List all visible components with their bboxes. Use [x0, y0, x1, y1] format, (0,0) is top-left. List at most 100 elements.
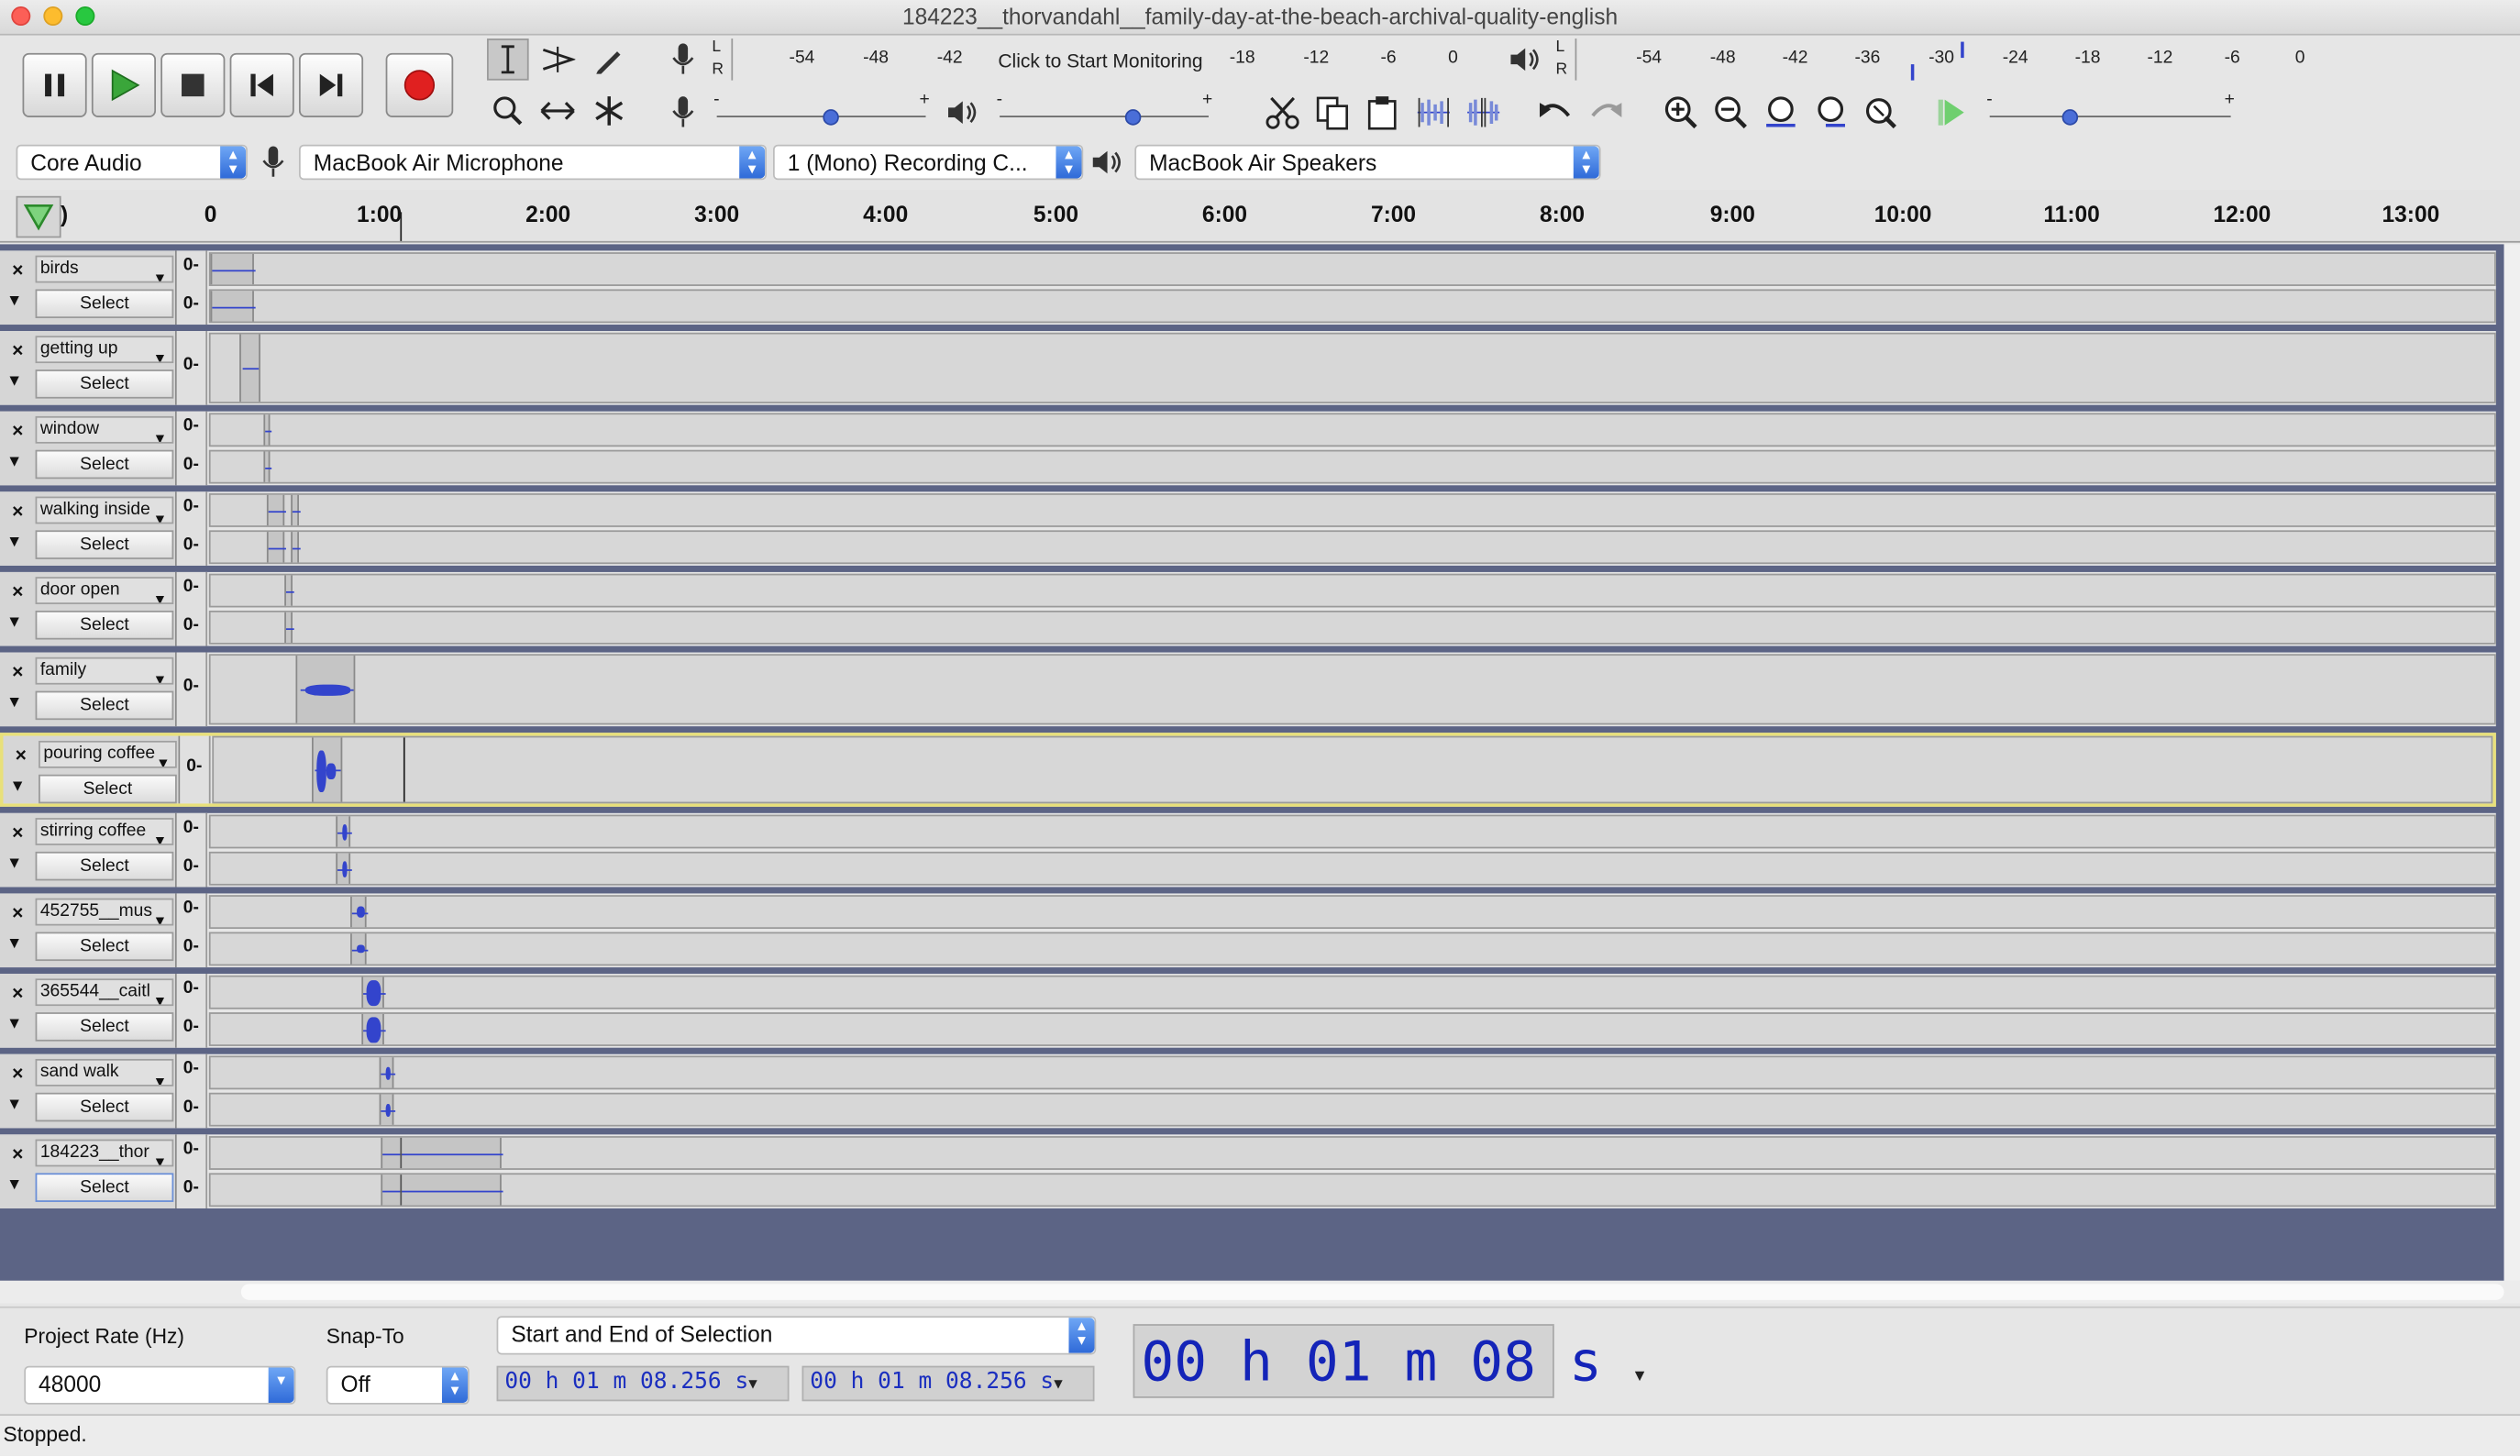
multi-tool-button[interactable] — [588, 90, 630, 132]
playback-speed-slider[interactable]: - + — [1986, 90, 2236, 129]
waveform-lane[interactable] — [208, 1092, 2496, 1127]
collapse-triangle-icon[interactable]: ▼ — [6, 453, 22, 470]
skip-to-end-button[interactable] — [298, 52, 364, 117]
track-select-button[interactable]: Select — [35, 289, 174, 319]
collapse-triangle-icon[interactable]: ▼ — [6, 613, 22, 631]
pin-playhead-button[interactable] — [16, 195, 61, 238]
audio-clip[interactable] — [291, 494, 301, 526]
track-name-menu[interactable]: pouring coffee ▼ — [39, 740, 177, 768]
waveform-lane[interactable] — [208, 332, 2496, 403]
track-stirring-coffee[interactable]: × stirring coffee ▼ ▼ Select 0- 0- — [0, 812, 2496, 888]
vertical-scrollbar[interactable] — [2503, 244, 2520, 1281]
waveform-lane[interactable] — [208, 252, 2496, 286]
waveform-lane[interactable] — [212, 735, 2493, 804]
zoom-toggle-button[interactable] — [1860, 92, 1902, 134]
waveform-lane[interactable] — [208, 1173, 2496, 1208]
selection-start-time[interactable]: 00 h 01 m 08.256 s▼ — [496, 1365, 790, 1402]
track-select-button[interactable]: Select — [35, 530, 174, 559]
slider-thumb[interactable] — [2061, 109, 2079, 126]
draw-tool-button[interactable] — [588, 39, 630, 81]
track-pouring-coffee[interactable]: × pouring coffee ▼ ▼ Select 0- — [0, 733, 2496, 807]
track-select-button[interactable]: Select — [35, 1092, 174, 1122]
track-sand-walk[interactable]: × sand walk ▼ ▼ Select 0- 0- — [0, 1053, 2496, 1129]
close-icon[interactable]: × — [4, 418, 33, 444]
cut-button[interactable] — [1262, 92, 1304, 134]
track-getting-up[interactable]: × getting up ▼ ▼ Select 0- — [0, 331, 2496, 405]
stop-button[interactable] — [160, 52, 226, 117]
time-shift-tool-button[interactable] — [536, 90, 579, 132]
close-icon[interactable]: × — [4, 659, 33, 685]
fit-project-button[interactable] — [1809, 92, 1851, 134]
audio-clip[interactable] — [350, 896, 369, 928]
envelope-tool-button[interactable] — [536, 39, 579, 81]
track-select-button[interactable]: Select — [39, 774, 177, 804]
waveform-lane[interactable] — [208, 895, 2496, 930]
track-select-button[interactable]: Select — [35, 851, 174, 881]
audio-clip[interactable] — [336, 816, 352, 847]
waveform-lane[interactable] — [208, 975, 2496, 1009]
play-button[interactable] — [91, 52, 157, 117]
project-rate-select[interactable]: 48000 ▾ — [24, 1365, 296, 1405]
slider-thumb[interactable] — [1124, 109, 1142, 126]
audio-clip[interactable] — [361, 1013, 386, 1045]
track-name-menu[interactable]: birds ▼ — [35, 255, 174, 283]
selection-tool-button[interactable] — [487, 39, 529, 81]
track-name-menu[interactable]: window ▼ — [35, 415, 174, 444]
close-icon[interactable]: × — [4, 1141, 33, 1166]
close-icon[interactable]: × — [4, 1061, 33, 1086]
waveform-lane[interactable] — [208, 1012, 2496, 1046]
track-name-menu[interactable]: 452755__mus ▼ — [35, 898, 174, 926]
recording-channels-select[interactable]: 1 (Mono) Recording C... ▴ ▾ — [773, 144, 1084, 181]
track-select-button[interactable]: Select — [35, 690, 174, 721]
collapse-triangle-icon[interactable]: ▼ — [6, 694, 22, 711]
waveform-lane[interactable] — [208, 1055, 2496, 1090]
audio-clip[interactable] — [381, 1175, 503, 1206]
horizontal-scrollbar[interactable] — [0, 1280, 2520, 1304]
audio-clip[interactable] — [263, 451, 272, 482]
audio-clip[interactable] — [336, 853, 352, 884]
recording-device-select[interactable]: MacBook Air Microphone ▴ ▾ — [298, 144, 767, 181]
zoom-tool-button[interactable] — [487, 90, 529, 132]
close-icon[interactable]: × — [4, 257, 33, 282]
record-meter-button[interactable] — [662, 39, 704, 81]
record-button[interactable] — [385, 52, 454, 117]
collapse-triangle-icon[interactable]: ▼ — [10, 778, 26, 795]
snap-to-select[interactable]: Off ▴ ▾ — [326, 1365, 470, 1405]
audio-clip[interactable] — [295, 656, 356, 723]
record-meter[interactable]: -54 -48 -42 Click to Start Monitoring -1… — [731, 39, 1468, 81]
audio-clip[interactable] — [263, 414, 272, 446]
track-select-button[interactable]: Select — [35, 932, 174, 962]
playback-device-select[interactable]: MacBook Air Speakers ▴ ▾ — [1134, 144, 1601, 181]
collapse-triangle-icon[interactable]: ▼ — [6, 1176, 22, 1194]
zoom-in-button[interactable] — [1660, 92, 1702, 134]
collapse-triangle-icon[interactable]: ▼ — [6, 373, 22, 391]
copy-button[interactable] — [1311, 92, 1354, 134]
close-icon[interactable]: × — [4, 820, 33, 845]
track-select-button[interactable]: Select — [35, 1012, 174, 1042]
track-365544-caitl[interactable]: × 365544__caitl ▼ ▼ Select 0- 0- — [0, 974, 2496, 1048]
track-door-open[interactable]: × door open ▼ ▼ Select 0- 0- — [0, 571, 2496, 646]
audio-position-display[interactable]: 00 h 01 m 08 s ▼ — [1133, 1324, 1644, 1398]
collapse-triangle-icon[interactable]: ▼ — [6, 1096, 22, 1113]
audio-clip[interactable] — [266, 494, 286, 526]
waveform-lane[interactable] — [208, 814, 2496, 849]
waveform-lane[interactable] — [208, 493, 2496, 527]
skip-to-start-button[interactable] — [229, 52, 294, 117]
audio-clip[interactable] — [284, 612, 294, 644]
audio-clip[interactable] — [379, 1094, 396, 1125]
audio-host-select[interactable]: Core Audio ▴ ▾ — [16, 144, 248, 181]
audio-clip[interactable] — [210, 291, 256, 322]
collapse-triangle-icon[interactable]: ▼ — [6, 855, 22, 872]
track-window[interactable]: × window ▼ ▼ Select 0- 0- — [0, 411, 2496, 486]
audio-clip[interactable] — [210, 253, 256, 285]
audio-clip[interactable] — [312, 737, 343, 802]
close-icon[interactable]: × — [4, 980, 33, 1006]
track-name-menu[interactable]: sand walk ▼ — [35, 1058, 174, 1086]
close-icon[interactable]: × — [4, 899, 33, 925]
playback-volume-slider[interactable]: - + — [997, 90, 1214, 129]
track-name-menu[interactable]: stirring coffee ▼ — [35, 818, 174, 845]
audio-clip[interactable] — [266, 532, 286, 563]
waveform-lane[interactable] — [208, 610, 2496, 645]
track-452755-mus[interactable]: × 452755__mus ▼ ▼ Select 0- 0- — [0, 893, 2496, 968]
collapse-triangle-icon[interactable]: ▼ — [6, 534, 22, 551]
